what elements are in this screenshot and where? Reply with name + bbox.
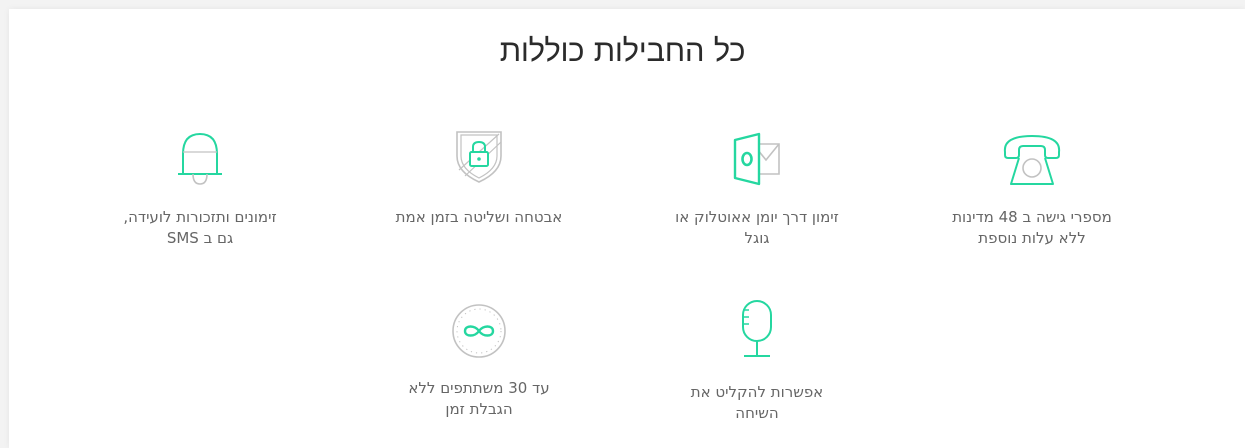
feature-label: עד 30 משתתפים ללא הגבלת זמן (408, 379, 550, 418)
bell-icon (175, 128, 225, 190)
feature-label: זימונים ותזכורות לועידה, גם ב SMS (123, 208, 277, 247)
outlook-calendar-icon (727, 128, 787, 188)
feature-label: אבטחה ושליטה בזמן אמת (395, 208, 563, 226)
feature-label: מספרי גישה ב 48 מדינות ללא עלות נוספת (952, 208, 1112, 247)
feature-label: אפשרות להקליט את השיחה (690, 383, 824, 422)
infinity-timer-icon (449, 301, 509, 361)
phone-icon (999, 128, 1065, 188)
section-title: כל החבילות כוללות (499, 33, 746, 69)
microphone-icon (735, 297, 779, 359)
feature-label: זימון דרך יומן אאוטלוק או גוגל (675, 208, 839, 247)
security-shield-lock-icon (451, 126, 507, 186)
